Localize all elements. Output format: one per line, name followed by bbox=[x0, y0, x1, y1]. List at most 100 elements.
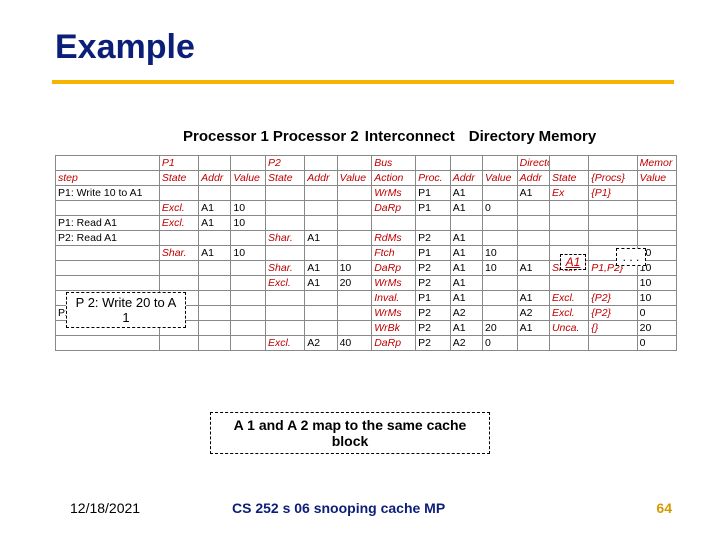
table-cell bbox=[483, 186, 518, 201]
table-cell: 20 bbox=[337, 276, 372, 291]
table-cell: 10 bbox=[637, 291, 676, 306]
table-cell bbox=[266, 201, 305, 216]
table-group-header bbox=[549, 156, 588, 171]
table-cell: Shar. bbox=[266, 261, 305, 276]
table-cell: Unca. bbox=[549, 321, 588, 336]
table-cell bbox=[337, 306, 372, 321]
table-cell: A1 bbox=[199, 201, 231, 216]
table-row: P1: Write 10 to A1WrMsP1A1A1Ex{P1} bbox=[56, 186, 677, 201]
label-processor-2: Processor 2 bbox=[273, 128, 359, 145]
table-cell bbox=[549, 276, 588, 291]
table-cell bbox=[337, 216, 372, 231]
table-cell bbox=[337, 231, 372, 246]
table-cell bbox=[231, 336, 266, 351]
table-cell: A1 bbox=[450, 246, 482, 261]
table-cell: WrMs bbox=[372, 186, 416, 201]
table-cell: A1 bbox=[450, 201, 482, 216]
table-cell bbox=[483, 291, 518, 306]
table-cell: {} bbox=[589, 321, 637, 336]
table-cell bbox=[199, 231, 231, 246]
note-cache-block-mapping: A 1 and A 2 map to the same cache block bbox=[210, 412, 490, 454]
table-cell: A1 bbox=[517, 321, 549, 336]
table-cell bbox=[199, 186, 231, 201]
table-group-header bbox=[56, 156, 160, 171]
table-cell: DaRp bbox=[372, 336, 416, 351]
table-cell bbox=[266, 216, 305, 231]
table-cell bbox=[266, 291, 305, 306]
table-column-header: {Procs} bbox=[589, 171, 637, 186]
table-cell bbox=[56, 201, 160, 216]
table-cell bbox=[589, 201, 637, 216]
label-processor-1: Processor 1 bbox=[183, 128, 269, 145]
table-cell bbox=[372, 216, 416, 231]
footer-date: 12/18/2021 bbox=[70, 500, 140, 516]
table-cell: A1 bbox=[199, 246, 231, 261]
table-cell bbox=[305, 321, 337, 336]
table-cell bbox=[637, 201, 676, 216]
table-cell: Excl. bbox=[549, 306, 588, 321]
table-group-header bbox=[199, 156, 231, 171]
table-cell: 10 bbox=[483, 261, 518, 276]
table-cell bbox=[231, 261, 266, 276]
table-group-header bbox=[231, 156, 266, 171]
table-group-header bbox=[589, 156, 637, 171]
table-row: P2: Read A1Shar.A1RdMsP2A1 bbox=[56, 231, 677, 246]
table-cell bbox=[305, 306, 337, 321]
table-cell bbox=[199, 321, 231, 336]
table-cell: A1 bbox=[305, 276, 337, 291]
footer-page-number: 64 bbox=[656, 500, 672, 516]
table-cell bbox=[56, 261, 160, 276]
table-cell bbox=[549, 201, 588, 216]
table-column-header: Addr bbox=[517, 171, 549, 186]
table-cell: A1 bbox=[305, 231, 337, 246]
table-cell: A1 bbox=[517, 261, 549, 276]
table-cell: Ex bbox=[549, 186, 588, 201]
table-cell bbox=[56, 336, 160, 351]
table-cell bbox=[231, 231, 266, 246]
table-column-header: Value bbox=[231, 171, 266, 186]
table-cell: A1 bbox=[450, 231, 482, 246]
table-cell bbox=[199, 276, 231, 291]
table-group-header bbox=[483, 156, 518, 171]
table-cell bbox=[159, 276, 198, 291]
table-cell: 10 bbox=[231, 216, 266, 231]
table-cell bbox=[231, 306, 266, 321]
table-cell bbox=[517, 216, 549, 231]
table-cell: 0 bbox=[637, 336, 676, 351]
table-cell bbox=[589, 336, 637, 351]
table-cell: {P1} bbox=[589, 186, 637, 201]
table-cell bbox=[483, 276, 518, 291]
table-group-header bbox=[416, 156, 451, 171]
table-cell bbox=[589, 231, 637, 246]
table-cell: {P2} bbox=[589, 306, 637, 321]
table-cell bbox=[159, 186, 198, 201]
table-cell bbox=[549, 231, 588, 246]
table-cell: P2 bbox=[416, 306, 451, 321]
table-cell bbox=[199, 336, 231, 351]
table-cell bbox=[56, 246, 160, 261]
table-cell bbox=[305, 201, 337, 216]
table-cell bbox=[305, 291, 337, 306]
table-cell bbox=[199, 291, 231, 306]
table-cell bbox=[266, 321, 305, 336]
table-group-header: Memor bbox=[637, 156, 676, 171]
section-header-row: Processor 1 Processor 2 Interconnect Dir… bbox=[183, 128, 596, 145]
label-interconnect: Interconnect bbox=[365, 128, 455, 145]
table-cell: 20 bbox=[483, 321, 518, 336]
table-group-header bbox=[450, 156, 482, 171]
table-cell: P2 bbox=[416, 276, 451, 291]
table-cell: 10 bbox=[637, 276, 676, 291]
table-cell bbox=[159, 336, 198, 351]
label-memory: Memory bbox=[539, 128, 597, 145]
table-cell bbox=[483, 306, 518, 321]
table-row: Excl.A240DaRpP2A200 bbox=[56, 336, 677, 351]
table-group-header bbox=[337, 156, 372, 171]
table-cell: A1 bbox=[450, 276, 482, 291]
table-column-header: State bbox=[159, 171, 198, 186]
table-cell bbox=[450, 216, 482, 231]
table-cell: A2 bbox=[517, 306, 549, 321]
table-cell bbox=[305, 216, 337, 231]
table-column-header: Addr bbox=[199, 171, 231, 186]
table-cell: Excl. bbox=[159, 201, 198, 216]
table-row: P1: Read A1Excl.A110 bbox=[56, 216, 677, 231]
